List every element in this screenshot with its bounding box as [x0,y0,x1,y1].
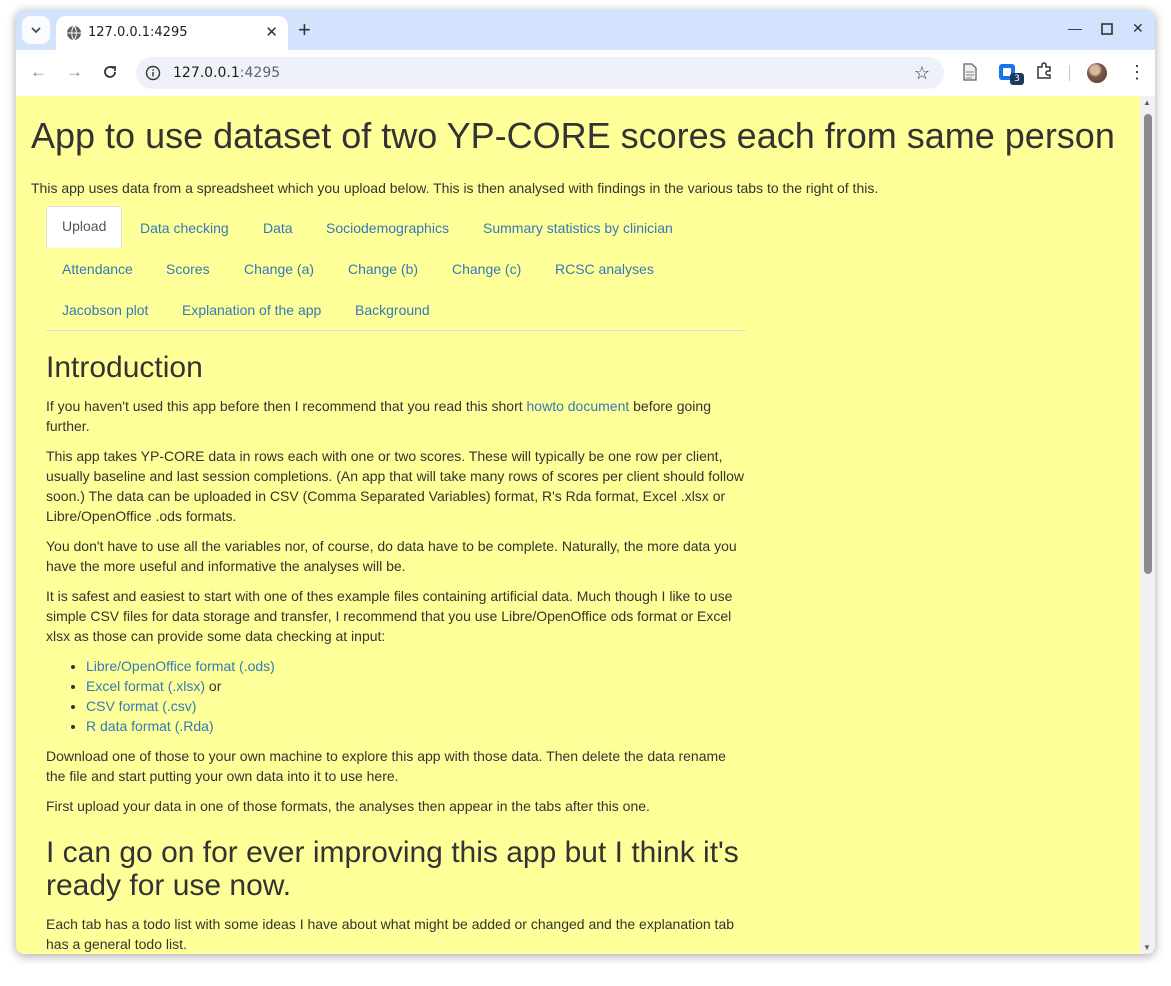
tab-attendance[interactable]: Attendance [47,249,148,289]
tab-strip: 127.0.0.1:4295 ✕ + — ✕ [16,10,1155,50]
new-tab-icon[interactable]: + [298,18,311,42]
close-window-icon[interactable]: ✕ [1132,20,1144,37]
list-item: CSV format (.csv) [86,696,746,716]
forward-icon[interactable]: → [66,62,83,82]
tab-change-c[interactable]: Change (c) [437,249,536,289]
toolbar-separator [1069,65,1070,81]
tab-jacobson-plot[interactable]: Jacobson plot [47,290,163,330]
tab-rcsc-analyses[interactable]: RCSC analyses [540,249,669,289]
chevron-down-icon [31,27,41,34]
tab-data-checking[interactable]: Data checking [125,208,244,248]
page-title: App to use dataset of two YP-CORE scores… [31,115,1115,156]
extension-button[interactable]: 3 [998,63,1026,87]
example-files-list: Libre/OpenOffice format (.ods) Excel for… [46,656,746,736]
tab-title: 127.0.0.1:4295 [88,25,188,40]
list-item: Libre/OpenOffice format (.ods) [86,656,746,676]
scroll-up-icon[interactable]: ▲ [1143,98,1151,107]
page-viewport: App to use dataset of two YP-CORE scores… [16,96,1140,954]
browser-window: 127.0.0.1:4295 ✕ + — ✕ ← → 127.0.0.1:429… [16,10,1155,954]
paragraph-data-format: This app takes YP-CORE data in rows each… [46,448,745,524]
tab-sociodemographics[interactable]: Sociodemographics [311,208,464,248]
tab-scores[interactable]: Scores [151,249,225,289]
reload-icon[interactable] [102,64,118,80]
site-info-icon[interactable] [145,65,161,81]
list-item: R data format (.Rda) [86,716,746,736]
ods-link[interactable]: Libre/OpenOffice format (.ods) [86,658,275,674]
tab-background[interactable]: Background [340,290,445,330]
puzzle-icon[interactable] [1035,62,1053,80]
tab-upload[interactable]: Upload [46,206,122,248]
paragraph-example-files: It is safest and easiest to start with o… [46,588,733,644]
page-scrollbar[interactable]: ▲ ▼ [1140,96,1155,954]
bookmark-star-icon[interactable]: ☆ [914,63,930,84]
tab-data[interactable]: Data [248,208,308,248]
tab-content-upload: Introduction If you haven't used this ap… [46,336,746,954]
paragraph-download: Download one of those to your own machin… [46,748,726,784]
paragraph-variables: You don't have to use all the variables … [46,538,737,574]
page-intro: This app uses data from a spreadsheet wh… [31,180,879,196]
back-icon[interactable]: ← [30,62,47,82]
address-bar[interactable]: 127.0.0.1:4295 ☆ [136,57,944,89]
xlsx-link[interactable]: Excel format (.xlsx) [86,678,205,694]
maximize-icon[interactable] [1101,23,1113,35]
extension-badge: 3 [1010,73,1024,85]
minimize-icon[interactable]: — [1068,20,1082,36]
paragraph-todo: Each tab has a todo list with some ideas… [46,916,735,952]
tab-change-b[interactable]: Change (b) [333,249,433,289]
tab-search-button[interactable] [22,16,50,44]
paragraph-upload: First upload your data in one of those f… [46,798,650,814]
browser-toolbar: ← → 127.0.0.1:4295 ☆ 3 ⋮ [16,50,1155,96]
tab-explanation[interactable]: Explanation of the app [167,290,336,330]
csv-link[interactable]: CSV format (.csv) [86,698,196,714]
list-item: Excel format (.xlsx) or [86,676,746,696]
close-tab-icon[interactable]: ✕ [265,25,278,41]
globe-icon [67,25,81,41]
section-heading-introduction: Introduction [46,351,203,384]
paragraph-howto: If you haven't used this app before then… [46,398,711,434]
howto-link[interactable]: howto document [527,398,630,414]
tab-change-a[interactable]: Change (a) [229,249,329,289]
browser-tab[interactable]: 127.0.0.1:4295 ✕ [56,16,288,50]
more-menu-icon[interactable]: ⋮ [1128,61,1146,83]
scroll-down-icon[interactable]: ▼ [1143,943,1151,952]
url-text[interactable]: 127.0.0.1:4295 [173,65,280,81]
profile-avatar[interactable] [1087,63,1107,83]
rda-link[interactable]: R data format (.Rda) [86,718,214,734]
reading-mode-icon[interactable] [962,63,978,81]
scrollbar-thumb[interactable] [1144,114,1152,574]
tab-summary-statistics[interactable]: Summary statistics by clinician [468,208,688,248]
section-heading-improving: I can go on for ever improving this app … [46,836,739,902]
tab-nav: Upload Data checking Data Sociodemograph… [46,206,746,331]
